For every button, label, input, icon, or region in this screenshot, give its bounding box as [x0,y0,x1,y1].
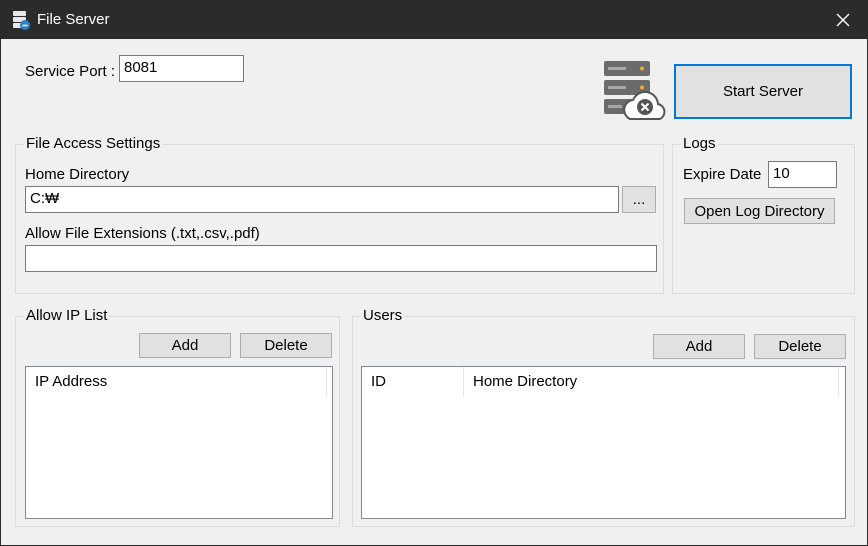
main-content: Service Port : 8081 Start Server File Ac… [1,39,867,545]
ip-address-column-header[interactable]: IP Address [26,367,327,397]
file-access-settings-title: File Access Settings [24,135,163,153]
close-icon [836,13,850,27]
users-title: Users [361,307,405,325]
logs-title: Logs [681,135,718,153]
file-server-window: File Server Service Port : 8081 Start Se… [0,0,868,546]
users-list-header: ID Home Directory [362,367,839,397]
user-delete-button[interactable]: Delete [754,334,846,359]
expire-date-input[interactable]: 10 [768,161,837,188]
home-directory-label: Home Directory [25,166,130,183]
user-add-button[interactable]: Add [653,334,745,359]
server-offline-icon [604,61,666,120]
expire-date-label: Expire Date [683,166,762,183]
service-port-label: Service Port : [25,63,116,80]
ip-list-header: IP Address [26,367,327,397]
close-button[interactable] [819,1,867,39]
title-bar: File Server [1,1,867,39]
home-directory-column-header[interactable]: Home Directory [464,367,839,397]
window-title: File Server [37,11,110,28]
allow-ip-list-title: Allow IP List [24,307,110,325]
id-column-header[interactable]: ID [362,367,464,397]
home-directory-input[interactable]: C:₩ [25,186,619,213]
server-icon [13,11,30,30]
allow-extensions-input[interactable] [25,245,657,272]
open-log-directory-button[interactable]: Open Log Directory [684,198,835,224]
start-server-button[interactable]: Start Server [674,64,852,119]
ip-delete-button[interactable]: Delete [240,333,332,358]
allow-extensions-label: Allow File Extensions (.txt,.csv,.pdf) [25,225,260,242]
ip-add-button[interactable]: Add [139,333,231,358]
service-port-input[interactable]: 8081 [119,55,244,82]
users-list[interactable]: ID Home Directory [361,366,846,519]
ip-address-list[interactable]: IP Address [25,366,333,519]
browse-button[interactable]: ... [622,186,656,213]
